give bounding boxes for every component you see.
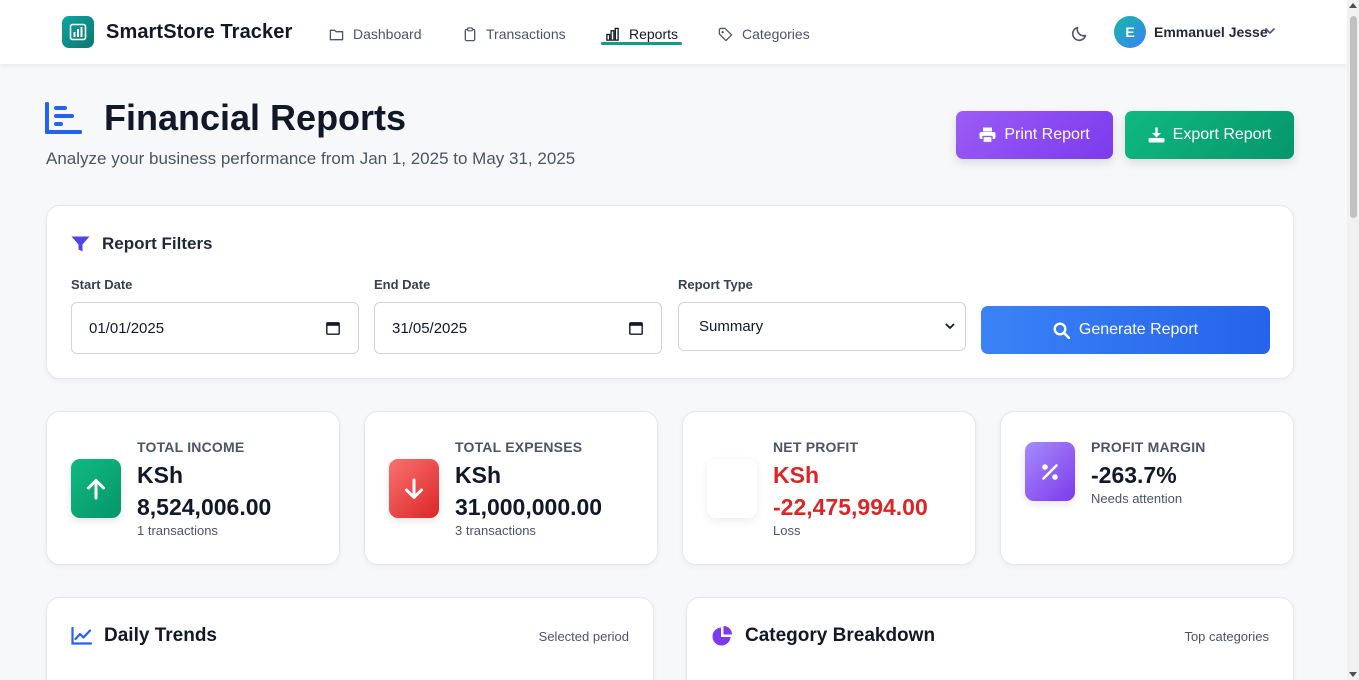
end-date-value: 31/05/2025 [392,319,468,337]
active-tab-indicator [601,42,682,45]
total-expenses-value: KSh 31,000,000.00 [455,459,655,523]
brand[interactable]: SmartStore Tracker [62,16,292,48]
report-filters-title: Report Filters [102,234,213,253]
arrow-down-icon [405,478,423,499]
top-navbar: SmartStore Tracker Dashboard Transaction… [0,0,1347,64]
total-income-label: TOTAL INCOME [137,439,245,455]
report-type-label: Report Type [678,277,753,292]
nav-dashboard-label: Dashboard [353,26,422,42]
profit-margin-value: -263.7% [1091,462,1177,488]
nav-transactions[interactable]: Transactions [463,23,566,45]
bar-chart-icon [606,27,619,41]
daily-trends-title: Daily Trends [104,625,217,646]
tag-icon [718,27,733,41]
printer-icon [979,127,996,143]
category-breakdown-heading: Category Breakdown [711,625,935,647]
clipboard-icon [464,26,476,41]
end-date-input[interactable]: 31/05/2025 [374,302,662,354]
income-icon [71,459,121,518]
daily-trends-heading: Daily Trends [71,625,217,647]
total-income-value: KSh 8,524,006.00 [137,459,337,523]
end-date-label: End Date [374,277,431,292]
report-filters-heading: Report Filters [71,234,213,254]
page-scrollbar[interactable] [1347,0,1359,680]
user-name[interactable]: Emmanuel Jesse [1154,24,1268,40]
net-profit-status: Loss [773,523,801,538]
nav-reports-label: Reports [629,26,679,42]
total-income-transactions: 1 transactions [137,523,218,538]
page-subtitle: Analyze your business performance from J… [46,149,576,168]
net-profit-currency: KSh [773,462,819,488]
net-profit-label: NET PROFIT [773,439,859,455]
daily-trends-note: Selected period [538,629,629,644]
total-expenses-amount: 31,000,000.00 [455,494,603,520]
scroll-thumb[interactable] [1350,16,1357,218]
page-title: Financial Reports [104,97,407,138]
start-date-input[interactable]: 01/01/2025 [71,302,359,354]
brand-logo-icon [62,16,94,48]
export-report-button[interactable]: Export Report [1125,111,1294,159]
percent-glyph-icon [1042,463,1058,480]
calendar-icon[interactable] [629,321,643,335]
report-filters-card: Report Filters Start Date 01/01/2025 End… [46,205,1294,379]
percent-icon [1025,442,1075,501]
print-report-label: Print Report [1004,126,1090,143]
report-type-value: Summary [699,318,764,335]
filter-icon [71,236,90,251]
net-profit-amount: -22,475,994.00 [773,494,928,520]
generate-report-label: Generate Report [1078,321,1199,338]
nav-dashboard[interactable]: Dashboard [329,23,422,45]
start-date-value: 01/01/2025 [89,319,165,337]
category-breakdown-card: Category Breakdown Top categories [686,597,1294,680]
scroll-up-arrow-icon[interactable] [1349,3,1357,8]
nav-categories-label: Categories [742,26,810,42]
net-profit-card: NET PROFIT KSh -22,475,994.00 Loss [682,411,976,565]
chevron-down-icon[interactable] [1264,27,1276,35]
net-profit-value: KSh -22,475,994.00 [773,459,983,523]
chevron-down-icon [945,323,955,330]
total-expenses-card: TOTAL EXPENSES KSh 31,000,000.00 3 trans… [364,411,658,565]
download-icon [1148,127,1165,143]
export-report-label: Export Report [1172,126,1272,143]
daily-trends-card: Daily Trends Selected period [46,597,654,680]
arrow-up-icon [87,478,105,499]
avatar[interactable]: E [1114,16,1146,48]
total-expenses-label: TOTAL EXPENSES [455,439,583,455]
total-expenses-currency: KSh [455,462,501,488]
profit-margin-status: Needs attention [1091,491,1183,506]
report-type-select[interactable]: Summary [678,302,966,351]
pie-chart-icon [712,626,732,646]
folder-icon [329,29,344,40]
generate-report-button[interactable]: Generate Report [981,306,1270,354]
expenses-icon [389,459,439,518]
search-icon [1053,321,1070,339]
line-chart-icon [71,627,92,645]
print-report-button[interactable]: Print Report [956,111,1113,159]
profit-margin-label: PROFIT MARGIN [1091,439,1206,455]
scroll-down-arrow-icon[interactable] [1349,672,1357,677]
total-income-currency: KSh [137,462,183,488]
dark-mode-toggle[interactable] [1070,23,1090,43]
total-income-card: TOTAL INCOME KSh 8,524,006.00 1 transact… [46,411,340,565]
profit-margin-card: PROFIT MARGIN -263.7% Needs attention [1000,411,1294,565]
calendar-icon[interactable] [326,321,340,335]
report-chart-icon [45,102,82,134]
net-profit-icon [707,459,757,518]
category-breakdown-title: Category Breakdown [745,625,936,646]
nav-categories[interactable]: Categories [718,23,810,45]
total-income-amount: 8,524,006.00 [137,494,272,520]
brand-name: SmartStore Tracker [106,20,293,43]
category-breakdown-note: Top categories [1184,629,1269,644]
start-date-label: Start Date [71,277,133,292]
moon-icon [1071,26,1087,42]
total-expenses-transactions: 3 transactions [455,523,536,538]
nav-transactions-label: Transactions [486,26,566,42]
